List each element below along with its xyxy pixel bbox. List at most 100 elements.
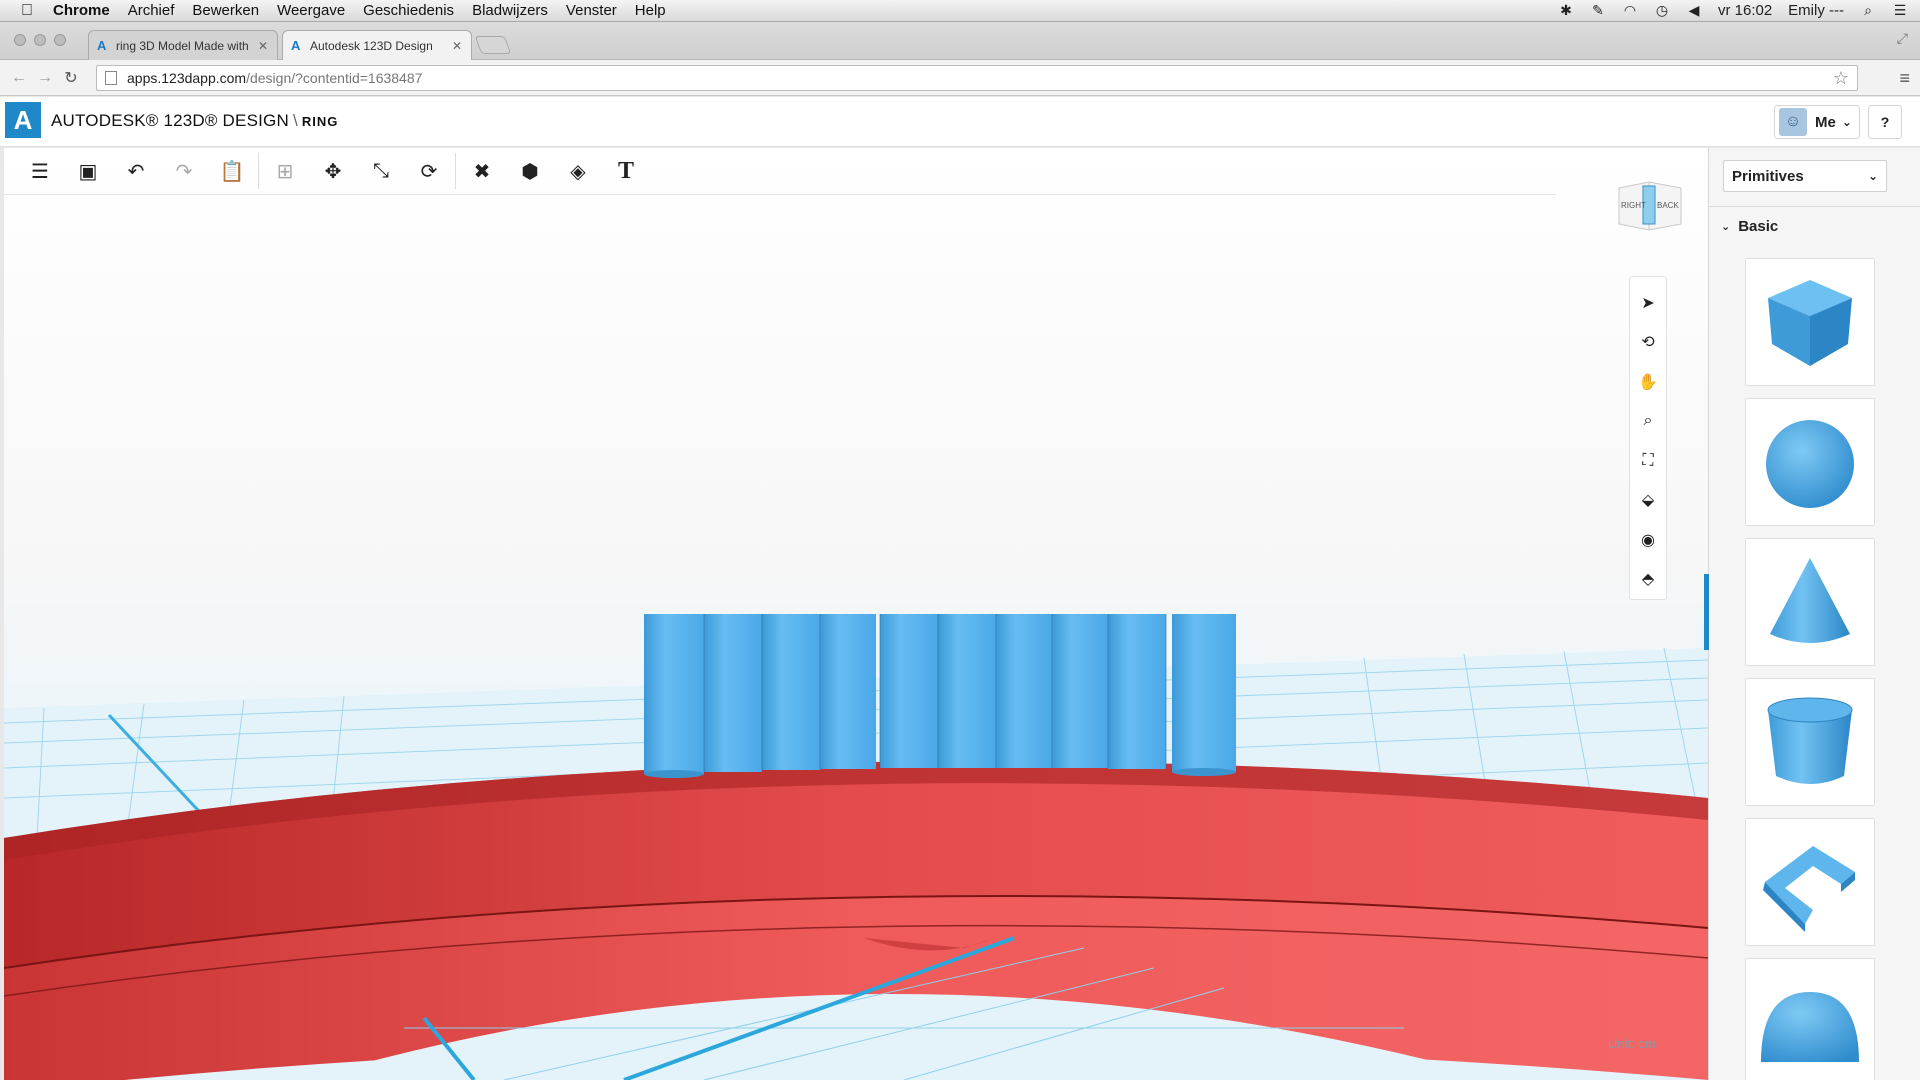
primitive-sphere[interactable]: [1745, 398, 1875, 526]
chrome-menu-icon[interactable]: ≡: [1899, 68, 1910, 89]
menu-help[interactable]: Help: [626, 2, 675, 19]
menu-archief[interactable]: Archief: [119, 2, 184, 19]
view-cube[interactable]: RIGHT BACK: [1615, 178, 1685, 232]
menu-weergave[interactable]: Weergave: [268, 2, 354, 19]
zoom-window-button[interactable]: [54, 34, 66, 46]
primitive-bracket[interactable]: [1745, 818, 1875, 946]
browser-tab-strip: A ring 3D Model Made with ✕ A Autodesk 1…: [0, 22, 1920, 61]
menubar-user[interactable]: Emily ---: [1788, 2, 1844, 19]
close-window-button[interactable]: [14, 34, 26, 46]
sphere-primitive-icon: [1766, 420, 1854, 508]
app-header: A AUTODESK® 123D® DESIGN \ RING ☺ Me ⌄ ?: [0, 97, 1920, 147]
notification-center-icon[interactable]: ☰: [1892, 2, 1908, 19]
cone-primitive-icon: [1770, 558, 1850, 643]
orbit-icon[interactable]: ⟲: [1633, 323, 1663, 363]
fullscreen-icon[interactable]: ⤢: [1897, 30, 1908, 47]
3d-scene[interactable]: [4, 148, 1708, 1080]
tab-close-icon[interactable]: ✕: [451, 39, 463, 53]
toolbar-divider: [258, 153, 259, 189]
main-menu-icon[interactable]: ☰: [16, 151, 64, 191]
user-menu-label: Me: [1815, 113, 1836, 131]
zoom-selected-icon[interactable]: ⬙: [1633, 481, 1663, 521]
fit-view-icon[interactable]: ⛶: [1633, 441, 1663, 481]
tab-123d-design[interactable]: A Autodesk 123D Design ✕: [282, 30, 472, 61]
menubar-clock[interactable]: vr 16:02: [1718, 2, 1772, 19]
combine-icon[interactable]: ◈: [554, 151, 602, 191]
volume-icon[interactable]: ◀: [1686, 2, 1702, 19]
ring-model[interactable]: [4, 761, 1708, 1080]
pen-icon[interactable]: ✎: [1590, 2, 1606, 19]
material-icon[interactable]: ⬘: [1633, 560, 1663, 600]
tab-ring-model[interactable]: A ring 3D Model Made with ✕: [88, 30, 278, 60]
brand-name: AUTODESK® 123D® DESIGN: [51, 111, 289, 130]
autodesk-logo[interactable]: A: [5, 102, 41, 138]
macos-menubar:  Chrome Archief Bewerken Weergave Gesch…: [0, 0, 1920, 22]
help-button[interactable]: ?: [1868, 105, 1902, 139]
cylinder-primitive-icon: [1767, 697, 1853, 784]
back-arrow-icon[interactable]: ←: [6, 69, 32, 87]
minimize-window-button[interactable]: [34, 34, 46, 46]
sketch-grid-icon[interactable]: ⊞: [261, 151, 309, 191]
window-controls: [14, 34, 66, 46]
menu-geschiedenis[interactable]: Geschiedenis: [354, 2, 463, 19]
autodesk-favicon-icon: A: [97, 37, 107, 53]
pan-hand-icon[interactable]: ✋: [1633, 362, 1663, 402]
zoom-icon[interactable]: ⌕: [1633, 402, 1663, 442]
select-arrow-icon[interactable]: ➤: [1633, 283, 1663, 323]
browser-toolbar: ← → ↻ apps.123dapp.com/design/?contentid…: [0, 60, 1920, 96]
menu-venster[interactable]: Venster: [557, 2, 626, 19]
menu-bladwijzers[interactable]: Bladwijzers: [463, 2, 557, 19]
bluetooth-icon[interactable]: ✱: [1558, 2, 1574, 19]
wifi-icon[interactable]: ◠: [1622, 2, 1638, 19]
unit-label: Unit: cm: [1608, 1036, 1656, 1051]
toolbar-divider: [455, 153, 456, 189]
clipboard-icon[interactable]: 📋: [208, 151, 256, 191]
3d-viewport[interactable]: ☰ ▣ ↶ ↷ 📋 ⊞ ✥ ⤡ ⟳ ✖ ⬢ ◈ T RIGHT BACK ➤ ⟲…: [4, 148, 1708, 1080]
address-bar[interactable]: apps.123dapp.com/design/?contentid=16384…: [96, 65, 1858, 91]
redo-icon[interactable]: ↷: [160, 151, 208, 191]
tab-title: Autodesk 123D Design: [310, 39, 433, 53]
section-basic[interactable]: ⌄ Basic: [1721, 218, 1778, 235]
new-tab-button[interactable]: [474, 36, 512, 54]
panel-collapse-handle[interactable]: [1704, 574, 1709, 650]
primitive-hemisphere[interactable]: [1745, 958, 1875, 1080]
chevron-down-icon: ⌄: [1721, 221, 1731, 233]
text-tool-icon[interactable]: T: [602, 151, 650, 191]
bookmark-star-icon[interactable]: ☆: [1833, 68, 1849, 89]
main-toolbar: ☰ ▣ ↶ ↷ 📋 ⊞ ✥ ⤡ ⟳ ✖ ⬢ ◈ T: [4, 148, 650, 194]
url-text: apps.123dapp.com/design/?contentid=16384…: [127, 70, 422, 86]
bracket-primitive-icon: [1763, 846, 1855, 932]
scale-icon[interactable]: ⤡: [357, 151, 405, 191]
spotlight-search-icon[interactable]: ⌕: [1860, 2, 1876, 19]
time-machine-icon[interactable]: ◷: [1654, 2, 1670, 19]
primitive-cylinder[interactable]: [1745, 678, 1875, 806]
move-icon[interactable]: ✥: [309, 151, 357, 191]
hemisphere-primitive-icon: [1761, 992, 1859, 1062]
menu-bewerken[interactable]: Bewerken: [183, 2, 268, 19]
autodesk-favicon-icon: A: [291, 38, 301, 53]
avatar: ☺: [1779, 108, 1807, 136]
category-dropdown-value: Primitives: [1732, 167, 1804, 185]
menu-app-chrome[interactable]: Chrome: [44, 2, 119, 19]
visibility-eye-icon[interactable]: ◉: [1633, 520, 1663, 560]
section-basic-label: Basic: [1738, 218, 1779, 235]
modify-tools-icon[interactable]: ✖: [458, 151, 506, 191]
category-dropdown[interactable]: Primitives ⌄: [1723, 160, 1887, 192]
primitive-box[interactable]: [1745, 258, 1875, 386]
viewcube-right-label: RIGHT: [1621, 201, 1646, 210]
cylinder-group[interactable]: [644, 614, 1236, 778]
primitive-cone[interactable]: [1745, 538, 1875, 666]
forward-arrow-icon[interactable]: →: [32, 69, 58, 87]
project-name[interactable]: RING: [302, 114, 339, 129]
apple-icon[interactable]: : [14, 2, 40, 20]
construct-icon[interactable]: ⬢: [506, 151, 554, 191]
user-menu-button[interactable]: ☺ Me ⌄: [1774, 105, 1860, 139]
menubar-status-area: ✱ ✎ ◠ ◷ ◀ vr 16:02 Emily --- ⌕ ☰: [1558, 2, 1920, 19]
reload-icon[interactable]: ↻: [58, 68, 84, 88]
navigation-bar: ➤ ⟲ ✋ ⌕ ⛶ ⬙ ◉ ⬘: [1629, 276, 1667, 600]
save-icon[interactable]: ▣: [64, 151, 112, 191]
undo-icon[interactable]: ↶: [112, 151, 160, 191]
refresh-transform-icon[interactable]: ⟳: [405, 151, 453, 191]
tab-close-icon[interactable]: ✕: [257, 39, 269, 53]
toolbar-rule: [4, 194, 1556, 195]
